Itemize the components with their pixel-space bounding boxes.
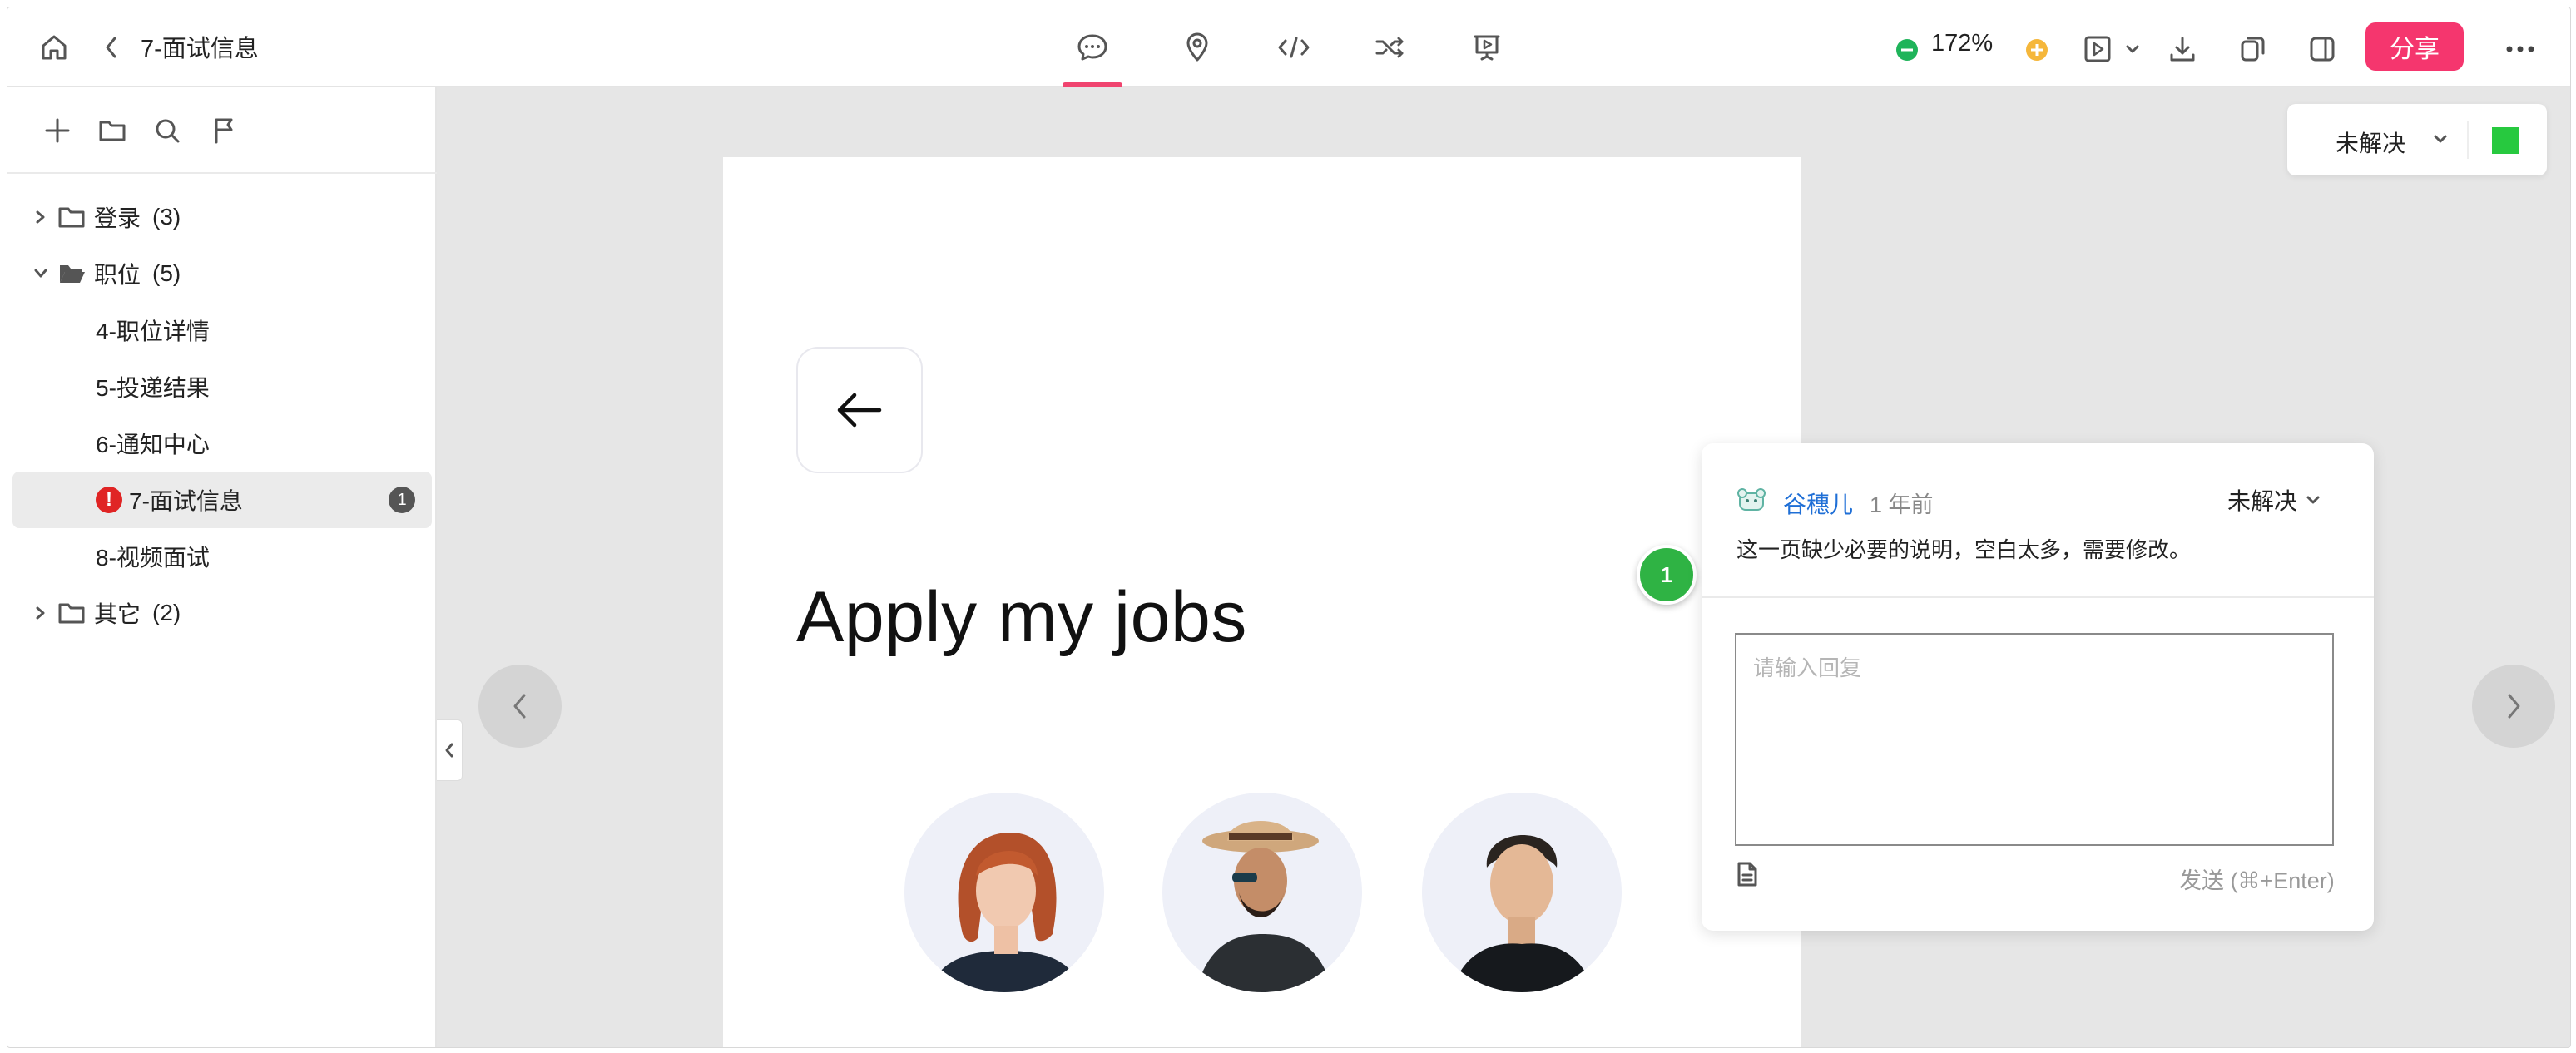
tree-label: 登录: [94, 205, 141, 231]
tree-label: 6-通知中心: [96, 432, 210, 457]
divider: [1702, 596, 2374, 598]
back-button[interactable]: [796, 347, 923, 473]
copy-link-icon[interactable]: [2236, 32, 2269, 66]
download-icon[interactable]: [2166, 32, 2199, 66]
tree-folder-login[interactable]: 登录 (3): [12, 189, 432, 245]
arrow-left-icon: [837, 393, 882, 428]
tree-label: 其它: [94, 601, 141, 627]
tree-label: 职位: [94, 262, 141, 288]
location-pin-icon[interactable]: [1181, 31, 1214, 64]
user-avatar-icon: [1737, 488, 1766, 511]
presentation-icon[interactable]: [1469, 31, 1505, 64]
comment-count-badge: 1: [389, 487, 415, 513]
comment-pin[interactable]: 1: [1637, 545, 1697, 605]
chevron-down-icon[interactable]: [2432, 134, 2449, 146]
tree-folder-jobs[interactable]: 职位 (5): [12, 245, 432, 302]
comment-popover: 谷穗儿 1 年前 未解决 这一页缺少必要的说明，空白太多，需要修改。 发送 (⌘…: [1702, 443, 2374, 931]
zoom-level[interactable]: 172%: [1931, 30, 1993, 57]
code-icon[interactable]: [1276, 31, 1312, 64]
next-page-button[interactable]: [2472, 665, 2555, 748]
tree-page-4[interactable]: 4-职位详情: [12, 302, 432, 358]
add-icon[interactable]: [41, 114, 74, 147]
avatar: [1162, 793, 1362, 992]
more-icon[interactable]: [2502, 32, 2539, 66]
status-filter-dropdown[interactable]: 未解决: [2336, 126, 2405, 159]
page-title: 7-面试信息: [141, 36, 259, 62]
chevron-right-icon[interactable]: [34, 209, 47, 225]
comment-icon[interactable]: [1074, 31, 1111, 64]
comment-timestamp: 1 年前: [1870, 492, 1934, 517]
tree-page-7-active[interactable]: ! 7-面试信息 1: [12, 472, 432, 528]
chevron-down-icon[interactable]: [32, 267, 49, 280]
comment-status-dropdown[interactable]: 未解决: [2227, 483, 2321, 517]
divider: [2467, 121, 2469, 159]
comment-body: 这一页缺少必要的说明，空白太多，需要修改。: [1736, 537, 2192, 562]
comment-author[interactable]: 谷穗儿: [1783, 487, 1853, 520]
avatar: [1422, 793, 1622, 992]
tree-page-8[interactable]: 8-视频面试: [12, 528, 432, 585]
send-button[interactable]: 发送 (⌘+Enter): [2179, 863, 2335, 895]
search-icon[interactable]: [151, 114, 184, 147]
chevron-right-icon[interactable]: [34, 605, 47, 621]
chevron-right-icon: [2508, 694, 2520, 719]
attach-file-icon[interactable]: [1735, 861, 1761, 889]
zoom-out-icon[interactable]: [1895, 37, 1920, 62]
chevron-left-icon: [513, 694, 526, 719]
tree-label: 8-视频面试: [96, 545, 210, 571]
tree-folder-other[interactable]: 其它 (2): [12, 585, 432, 641]
color-swatch[interactable]: [2492, 127, 2519, 154]
tree-page-6[interactable]: 6-通知中心: [12, 415, 432, 472]
panel-toggle-icon[interactable]: [2306, 32, 2339, 66]
sidebar-collapse-button[interactable]: [437, 719, 463, 781]
active-tab-indicator: [1063, 82, 1122, 87]
tree-label: 4-职位详情: [96, 319, 210, 344]
tree-count: (3): [152, 204, 181, 230]
tree-label: 7-面试信息: [129, 488, 243, 514]
back-chevron-icon[interactable]: [99, 32, 124, 62]
tree-count: (2): [152, 600, 181, 625]
tree-page-5[interactable]: 5-投递结果: [12, 358, 432, 415]
sidebar-toolbar: [7, 87, 437, 174]
tree-label: 5-投递结果: [96, 375, 210, 401]
tree-count: (5): [152, 260, 181, 286]
artboard-heading: Apply my jobs: [796, 577, 1247, 657]
prev-page-button[interactable]: [478, 665, 562, 748]
folder-open-icon: [60, 265, 85, 283]
flag-icon[interactable]: [207, 114, 240, 147]
chevron-left-icon: [445, 743, 453, 758]
chevron-down-icon[interactable]: [2121, 37, 2144, 61]
top-toolbar: 7-面试信息 172% 分享: [7, 7, 2570, 87]
share-button[interactable]: 分享: [2365, 22, 2464, 71]
chevron-down-icon: [2306, 496, 2320, 504]
folder-icon: [58, 603, 85, 624]
reply-input[interactable]: [1735, 633, 2334, 846]
artboard: Apply my jobs: [723, 157, 1801, 1047]
page-tree-sidebar: 登录 (3) 职位 (5) 4-职位详情 5-投递结果 6-通知中心 ! 7-面…: [7, 87, 437, 1047]
comment-filter-panel: 未解决: [2287, 104, 2547, 176]
zoom-in-icon[interactable]: [2024, 37, 2049, 62]
home-icon[interactable]: [37, 31, 71, 64]
folder-icon: [58, 207, 85, 228]
folder-icon[interactable]: [96, 114, 129, 147]
preview-play-icon[interactable]: [2081, 32, 2114, 66]
error-icon: !: [96, 487, 122, 513]
avatar: [904, 793, 1104, 992]
comment-status-label: 未解决: [2227, 488, 2298, 514]
app-window: 7-面试信息 172% 分享 登录 (3) 职位 (5) 4-职位详情 5-投递…: [7, 7, 2571, 1048]
shuffle-icon[interactable]: [1372, 31, 1409, 64]
